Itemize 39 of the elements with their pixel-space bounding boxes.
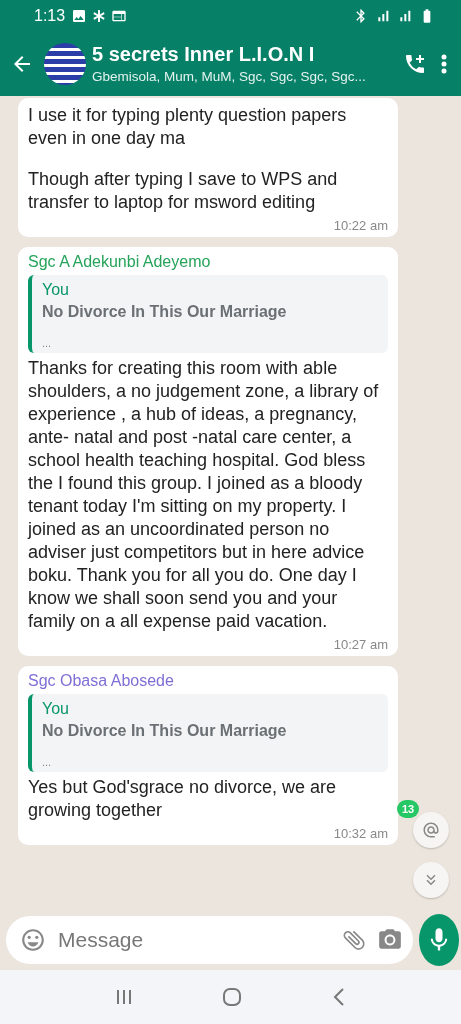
message-time: 10:22 am xyxy=(333,218,388,233)
chevron-left-icon xyxy=(332,987,347,1007)
quoted-message[interactable]: You No Divorce In This Our Marriage ... xyxy=(28,694,388,772)
message-field[interactable]: Message xyxy=(6,916,413,964)
image-icon xyxy=(71,8,88,24)
sender-name: Sgc A Adekunbi Adeyemo xyxy=(28,253,212,271)
quote-text: No Divorce In This Our Marriage xyxy=(42,303,288,321)
message-time: 10:32 am xyxy=(333,826,388,841)
quoted-message[interactable]: You No Divorce In This Our Marriage ... xyxy=(28,275,388,353)
chat-title[interactable]: 5 secrets Inner L.I.O.N I xyxy=(92,43,393,66)
emoji-icon[interactable] xyxy=(20,927,46,953)
unread-badge: 13 xyxy=(397,800,420,818)
mention-button[interactable] xyxy=(413,812,449,848)
signal-icon xyxy=(375,8,391,24)
quote-author: You xyxy=(42,700,70,718)
message-text: Though after typing I save to WPS and transfer to laptop for msword editing xyxy=(28,168,339,214)
at-sign-icon xyxy=(422,821,440,839)
three-bars-icon xyxy=(114,988,133,1006)
message-text: Yes but God'sgrace no divorce, we are growing together xyxy=(28,776,337,822)
microphone-button[interactable] xyxy=(419,914,459,966)
group-avatar[interactable] xyxy=(44,43,86,85)
phone-plus-icon xyxy=(403,52,427,76)
pinwheel-icon xyxy=(93,10,106,22)
message-text: I use it for typing plenty question papers even in one day ma xyxy=(28,104,348,150)
signal-icon xyxy=(397,8,413,24)
message-input[interactable]: Message xyxy=(56,927,331,953)
quote-text: No Divorce In This Our Marriage xyxy=(42,722,288,740)
quote-ellipsis: ... xyxy=(42,756,53,768)
message-time: 10:27 am xyxy=(333,637,388,652)
rounded-square-icon xyxy=(222,987,243,1007)
sender-name: Sgc Obasa Abosede xyxy=(28,672,175,690)
quote-author: You xyxy=(42,281,70,299)
status-time: 1:13 xyxy=(34,7,66,25)
window-icon xyxy=(111,8,128,24)
scroll-down-button[interactable] xyxy=(413,862,449,898)
chat-members: Gbemisola, Mum, MuM, Sgc, Sgc, Sgc, Sgc... xyxy=(92,68,366,85)
quote-ellipsis: ... xyxy=(42,337,53,349)
menu-icon xyxy=(441,54,447,74)
message-text: Thanks for creating this room with able shoulders, a no judgement zone, a library of experience , a hub of ideas, a pregnancy, ante- natal and post -natal care center, a school health teaching hospital. God bless the I found this group. I joined as a bloody tenant today I'm sitting on my property. I joined as an uncoordinated person no adviser just competitors but in here advice boku. Thank you for all you do. One day I know we shall soon send you and your family on a all expense paid vacation. xyxy=(28,357,380,633)
